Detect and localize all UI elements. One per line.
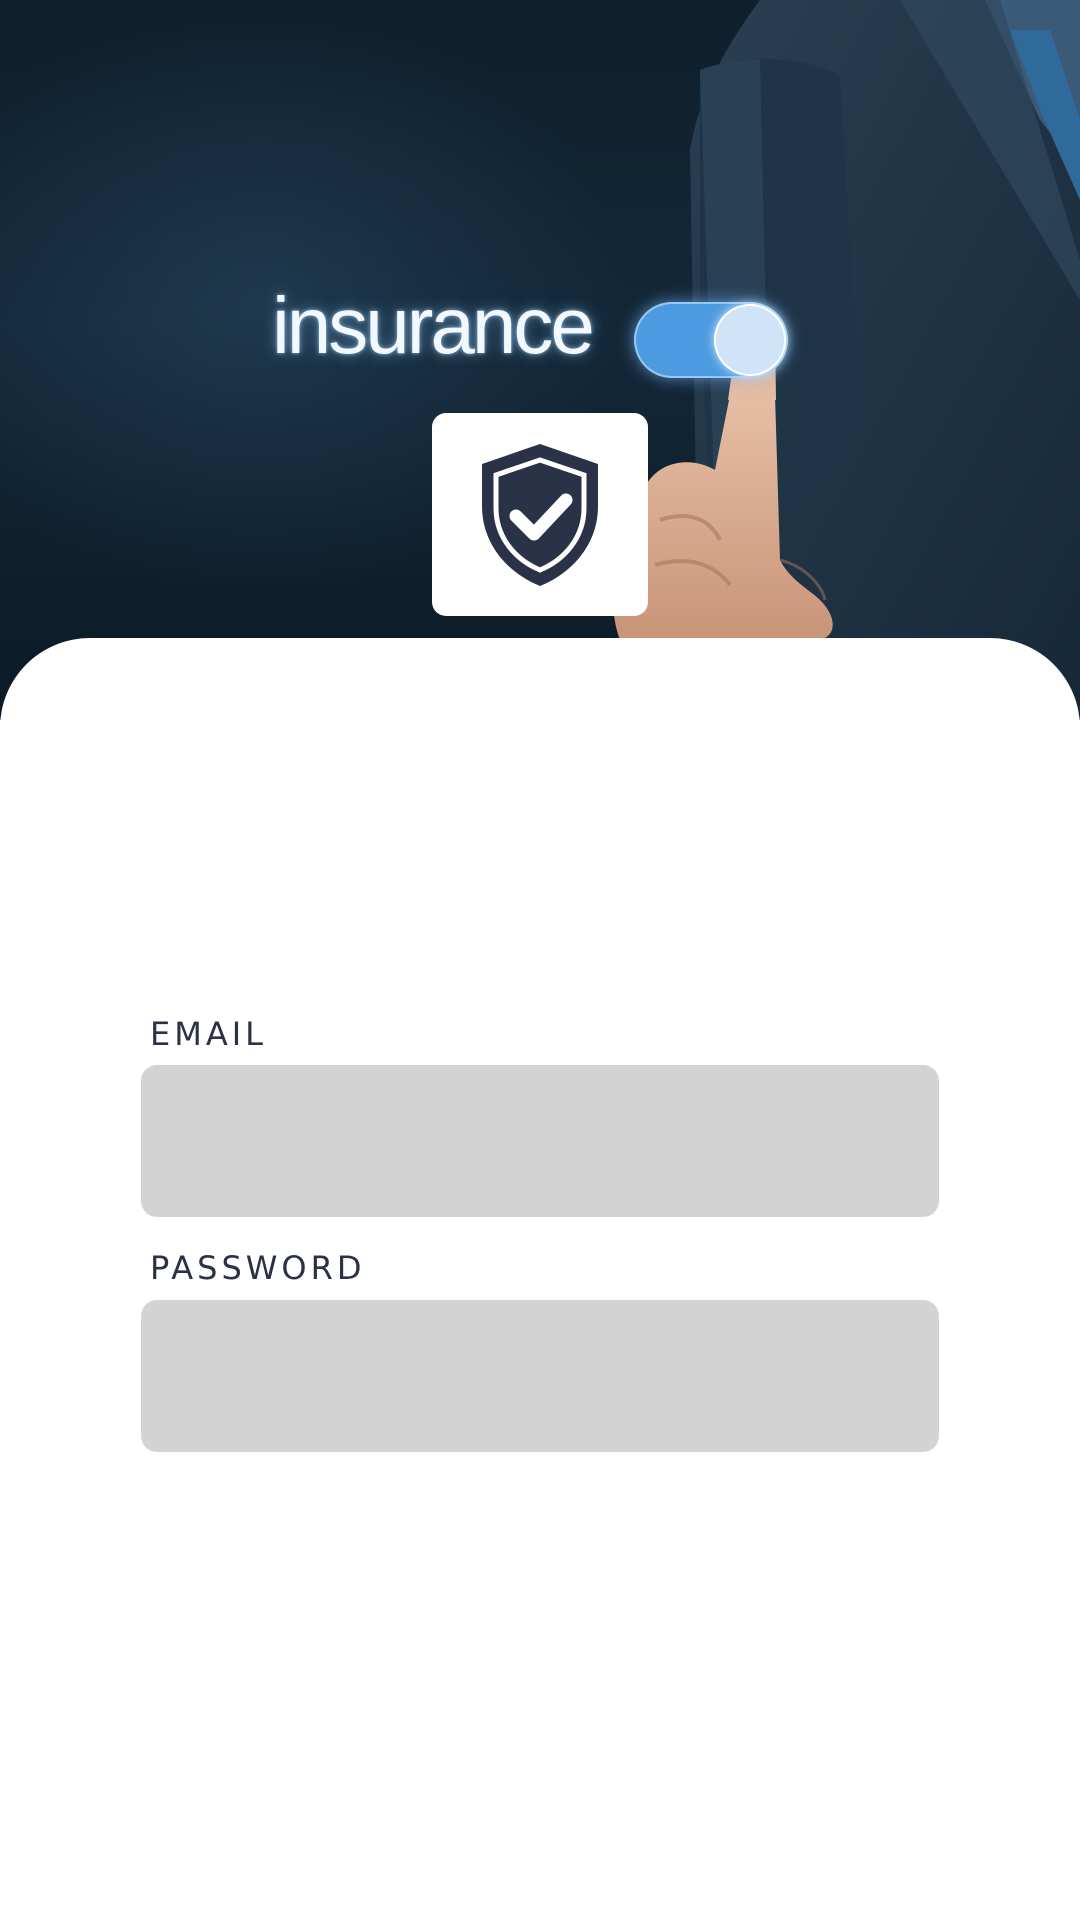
hero-insurance-text: insurance <box>272 281 595 370</box>
app-logo <box>432 413 648 616</box>
shield-check-icon <box>482 443 598 586</box>
email-label: EMAIL <box>150 1015 267 1053</box>
toggle-knob <box>714 304 786 376</box>
login-sheet: EMAIL PASSWORD <box>0 638 1080 1920</box>
password-label: PASSWORD <box>150 1249 366 1287</box>
password-field[interactable] <box>141 1300 939 1452</box>
hero-banner: insurance <box>0 0 1080 720</box>
insurance-toggle <box>634 302 788 378</box>
email-field[interactable] <box>141 1065 939 1217</box>
